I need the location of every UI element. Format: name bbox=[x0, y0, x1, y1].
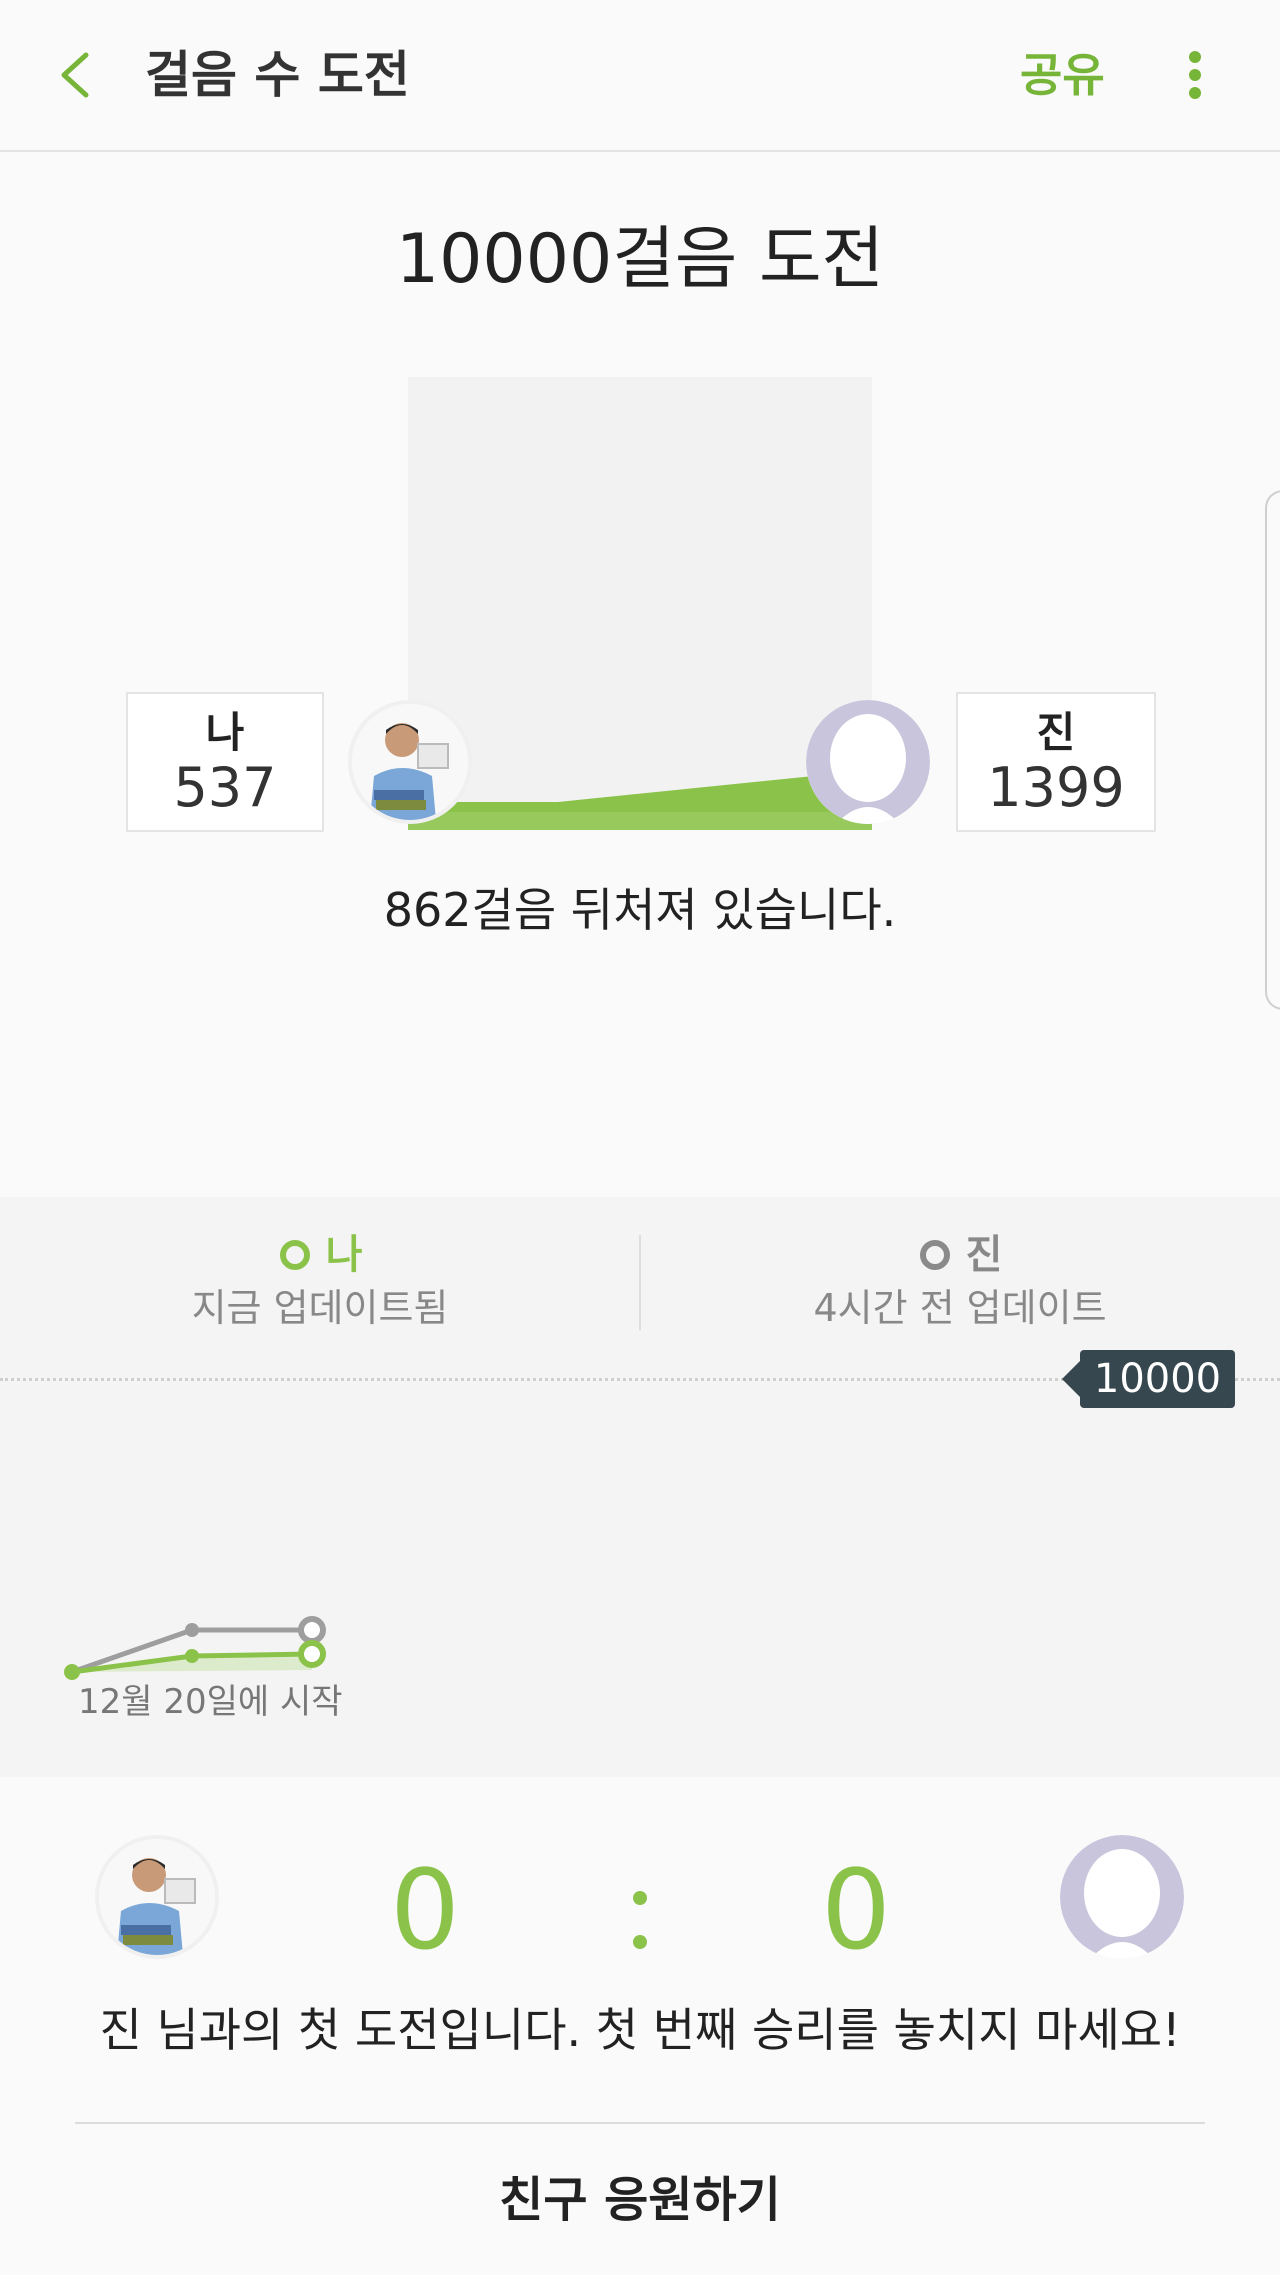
page-title: 걸음 수 도전 bbox=[145, 46, 410, 104]
friend-score: 0 bbox=[821, 1846, 891, 1974]
chevron-left-icon bbox=[61, 52, 89, 98]
legend-friend-updated: 4시간 전 업데이트 bbox=[813, 1286, 1107, 1330]
score-friend-avatar bbox=[1060, 1835, 1184, 1959]
share-button[interactable]: 공유 bbox=[1020, 40, 1105, 110]
user-photo-icon bbox=[99, 1839, 215, 1955]
score-separator bbox=[633, 1891, 647, 1949]
friend-name: 진 bbox=[1036, 708, 1076, 757]
progress-ground bbox=[408, 770, 872, 830]
user-photo-icon bbox=[352, 704, 468, 820]
legend-me-updated: 지금 업데이트됨 bbox=[191, 1286, 449, 1330]
friend-avatar[interactable] bbox=[806, 700, 930, 824]
default-avatar-icon bbox=[806, 700, 930, 824]
legend-me-label: 나 bbox=[325, 1232, 363, 1278]
friend-steps: 1399 bbox=[987, 756, 1125, 819]
more-vertical-icon bbox=[1189, 51, 1201, 99]
cheer-friend-button[interactable]: 친구 응원하기 bbox=[0, 2165, 1280, 2235]
legend-circle-icon bbox=[919, 1240, 950, 1270]
my-steps-card: 나 537 bbox=[126, 692, 324, 832]
legend-circle-icon bbox=[279, 1240, 310, 1270]
my-name: 나 bbox=[205, 708, 245, 757]
my-steps: 537 bbox=[173, 756, 277, 819]
start-date-label: 12월 20일에 시작 bbox=[78, 1682, 343, 1722]
legend-me: 나 지금 업데이트됨 bbox=[0, 1228, 640, 1334]
default-avatar-icon bbox=[1060, 1835, 1184, 1959]
goal-tag: 10000 bbox=[1080, 1350, 1235, 1408]
friend-steps-card: 진 1399 bbox=[956, 692, 1156, 832]
my-avatar[interactable] bbox=[348, 700, 472, 824]
legend-friend-label: 진 bbox=[965, 1232, 1003, 1278]
challenge-title: 10000걸음 도전 bbox=[395, 220, 885, 299]
challenge-message: 진 님과의 첫 도전입니다. 첫 번째 승리를 놓치지 마세요! bbox=[99, 2003, 1181, 2057]
goal-tag-arrow bbox=[1062, 1361, 1080, 1397]
more-options-button[interactable] bbox=[1165, 35, 1225, 115]
status-text: 862걸음 뒤처져 있습니다. bbox=[383, 883, 897, 937]
legend-friend: 진 4시간 전 업데이트 bbox=[640, 1228, 1280, 1334]
divider bbox=[75, 2122, 1205, 2124]
my-score: 0 bbox=[390, 1846, 460, 1974]
back-button[interactable] bbox=[40, 35, 120, 115]
score-my-avatar bbox=[95, 1835, 219, 1959]
